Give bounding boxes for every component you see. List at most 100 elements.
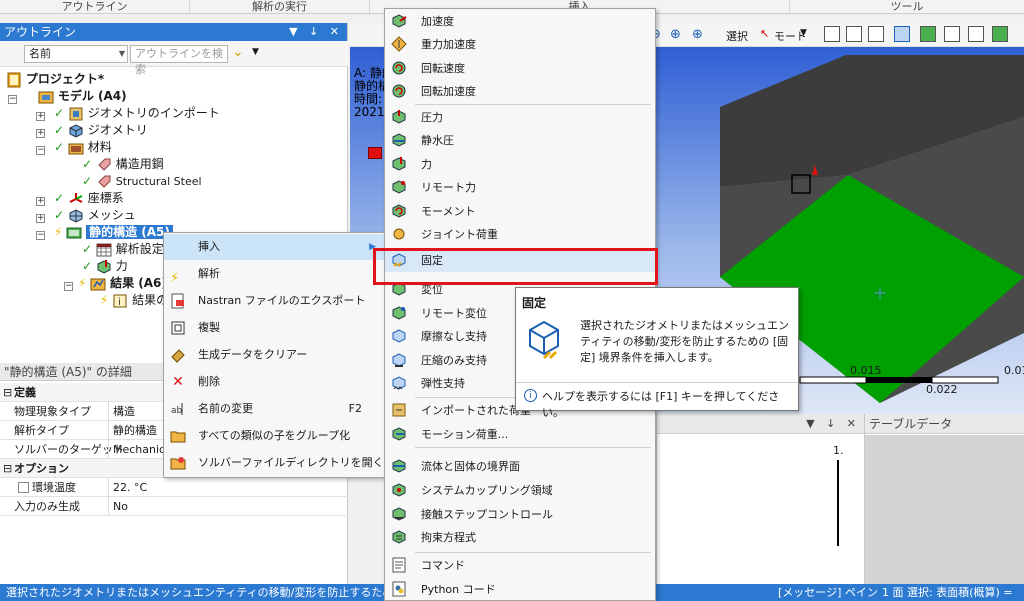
tree-item-analysis-settings[interactable]: ✓ 解析設定 bbox=[82, 241, 164, 258]
delete-icon: ✕ bbox=[172, 374, 184, 390]
submenu-item-pressure[interactable]: 圧力 bbox=[385, 106, 655, 129]
tree-item-mesh[interactable]: ✓ メッシュ bbox=[54, 207, 136, 224]
details-key: 物理現象タイプ bbox=[14, 405, 91, 418]
menu-item-group-similar-children[interactable]: すべての類似の子をグループ化 bbox=[164, 423, 384, 449]
name-filter-combo[interactable]: 名前 ▼ bbox=[24, 45, 128, 63]
select-edge-icon[interactable] bbox=[846, 26, 862, 42]
select-node-icon[interactable] bbox=[944, 26, 960, 42]
tree-item-structural-steel-en[interactable]: ✓ Structural Steel bbox=[82, 173, 202, 190]
submenu-item-contact-step-control[interactable]: 接触ステップコントロール bbox=[385, 503, 655, 526]
submenu-item-constraint-equation[interactable]: 拘束方程式 bbox=[385, 526, 655, 549]
tree-item-model[interactable]: モデル (A4) bbox=[38, 88, 127, 105]
details-group-label: オプション bbox=[14, 462, 69, 475]
details-value[interactable]: 22. °C bbox=[108, 478, 147, 497]
details-value[interactable]: 構造 bbox=[108, 402, 135, 421]
submenu-item-acceleration[interactable]: 加速度 bbox=[385, 10, 655, 33]
collapse-toggle[interactable]: − bbox=[36, 231, 45, 240]
submenu-item-motion-load[interactable]: モーション荷重... bbox=[385, 423, 655, 446]
submenu-item-label: 圧縮のみ支持 bbox=[421, 354, 487, 367]
details-row-environment-temperature[interactable]: 環境温度 22. °C bbox=[0, 478, 348, 497]
check-icon: ✓ bbox=[54, 106, 65, 120]
materials-icon bbox=[68, 140, 84, 156]
menu-item-label: 複製 bbox=[198, 321, 220, 334]
zoom-box-icon[interactable]: ⊕ bbox=[692, 27, 703, 42]
dropdown-arrow-icon[interactable]: ▼ bbox=[252, 47, 259, 57]
svg-text:i: i bbox=[118, 297, 121, 308]
rename-icon: ab bbox=[170, 401, 186, 417]
submenu-item-moment[interactable]: モーメント bbox=[385, 200, 655, 223]
menu-separator bbox=[415, 104, 651, 105]
chevron-down-icon[interactable]: ▼ bbox=[800, 28, 807, 38]
menu-item-solve[interactable]: ⚡ 解析 bbox=[164, 261, 384, 287]
material-tag-icon bbox=[96, 174, 112, 190]
filter-chevron-icon[interactable]: ⌄ bbox=[232, 44, 244, 60]
panel-window-buttons[interactable]: ▼ ↓ ✕ bbox=[289, 23, 343, 41]
coordinate-system-icon bbox=[68, 191, 84, 207]
menu-item-export-nastran[interactable]: Nastran ファイルのエクスポート bbox=[164, 288, 384, 314]
menu-item-rename[interactable]: ab 名前の変更 F2 bbox=[164, 396, 384, 422]
submenu-item-fluid-solid-interface[interactable]: 流体と固体の境界面 bbox=[385, 455, 655, 478]
ribbon-group-outline: アウトライン bbox=[0, 0, 190, 14]
cursor-icon[interactable]: ↖ bbox=[760, 27, 769, 40]
select-vertex-icon[interactable] bbox=[824, 26, 840, 42]
table-data-panel: テーブルデータ bbox=[864, 414, 1024, 584]
parameter-checkbox[interactable] bbox=[18, 482, 29, 493]
scale-bar-white bbox=[799, 376, 867, 384]
expand-toggle[interactable]: + bbox=[36, 112, 45, 121]
menu-item-insert[interactable]: 挿入 ▶ bbox=[164, 234, 384, 260]
tree-label-force: 力 bbox=[115, 259, 128, 273]
zoom-fit-icon[interactable]: ⊕ bbox=[670, 27, 681, 42]
select-mesh-icon[interactable] bbox=[992, 26, 1008, 42]
submenu-item-gravity[interactable]: 重力加速度 bbox=[385, 33, 655, 56]
collapse-toggle[interactable]: − bbox=[8, 95, 17, 104]
tree-item-geometry[interactable]: ✓ ジオメトリ bbox=[54, 122, 148, 139]
collapse-toggle[interactable]: − bbox=[64, 282, 73, 291]
select-label[interactable]: 選択 bbox=[726, 28, 748, 44]
tree-item-static-structural[interactable]: ⚡ 静的構造 (A5) bbox=[54, 224, 173, 241]
submenu-item-force[interactable]: 力 bbox=[385, 153, 655, 176]
tree-item-structural-steel-jp[interactable]: ✓ 構造用鋼 bbox=[82, 156, 164, 173]
tree-item-project[interactable]: プロジェクト* bbox=[6, 71, 104, 88]
scale-bar-black bbox=[866, 377, 932, 383]
submenu-item-system-coupling-region[interactable]: システムカップリング領域 bbox=[385, 479, 655, 502]
expand-toggle[interactable]: + bbox=[36, 129, 45, 138]
select-element-face-icon[interactable] bbox=[920, 26, 936, 42]
collapse-toggle[interactable]: ⊟ bbox=[3, 383, 12, 402]
solution-info-icon: i bbox=[112, 293, 128, 309]
details-row-generate-input-only[interactable]: 入力のみ生成 No bbox=[0, 497, 348, 516]
select-body-icon[interactable] bbox=[894, 26, 910, 42]
tree-item-solution[interactable]: ⚡ 結果 (A6) bbox=[78, 275, 167, 292]
menu-item-open-solver-directory[interactable]: ソルバーファイルディレクトリを開く bbox=[164, 450, 384, 476]
submenu-item-joint-load[interactable]: ジョイント荷重 bbox=[385, 223, 655, 246]
menu-item-clear-generated-data[interactable]: 生成データをクリアー bbox=[164, 342, 384, 368]
collapse-toggle[interactable]: − bbox=[36, 146, 45, 155]
panel-window-buttons[interactable]: ▼ ↓ ✕ bbox=[806, 414, 860, 434]
menu-item-duplicate[interactable]: 複製 bbox=[164, 315, 384, 341]
submenu-item-commands[interactable]: コマンド bbox=[385, 554, 655, 577]
tree-item-coordinate-systems[interactable]: ✓ 座標系 bbox=[54, 190, 124, 207]
elastic-support-icon bbox=[391, 375, 407, 391]
tree-item-geometry-import[interactable]: ✓ ジオメトリのインポート bbox=[54, 105, 220, 122]
menu-item-label: 削除 bbox=[198, 375, 220, 388]
select-element-icon[interactable] bbox=[968, 26, 984, 42]
details-value[interactable]: 静的構造 bbox=[108, 421, 157, 440]
project-icon bbox=[6, 72, 22, 88]
details-value[interactable]: No bbox=[108, 497, 128, 516]
tree-item-force[interactable]: ✓ 力 bbox=[82, 258, 128, 275]
collapse-toggle[interactable]: ⊟ bbox=[3, 459, 12, 478]
remote-force-icon bbox=[391, 179, 407, 195]
submenu-item-hydrostatic-pressure[interactable]: 静水圧 bbox=[385, 129, 655, 152]
submenu-item-rotational-acceleration[interactable]: 回転加速度 bbox=[385, 80, 655, 103]
menu-item-delete[interactable]: ✕ 削除 bbox=[164, 369, 384, 395]
submenu-item-remote-force[interactable]: リモート力 bbox=[385, 176, 655, 199]
menu-separator bbox=[415, 552, 651, 553]
outline-search-input[interactable]: アウトラインを検索 bbox=[130, 45, 228, 76]
submenu-item-python-code[interactable]: Python コード bbox=[385, 578, 655, 601]
expand-toggle[interactable]: + bbox=[36, 197, 45, 206]
status-message-pane[interactable]: [メッセージ] ペイン bbox=[778, 584, 878, 601]
expand-toggle[interactable]: + bbox=[36, 214, 45, 223]
check-icon: ✓ bbox=[82, 174, 93, 188]
select-face-icon[interactable] bbox=[868, 26, 884, 42]
tree-item-materials[interactable]: ✓ 材料 bbox=[54, 139, 112, 156]
submenu-item-rotational-velocity[interactable]: 回転速度 bbox=[385, 57, 655, 80]
